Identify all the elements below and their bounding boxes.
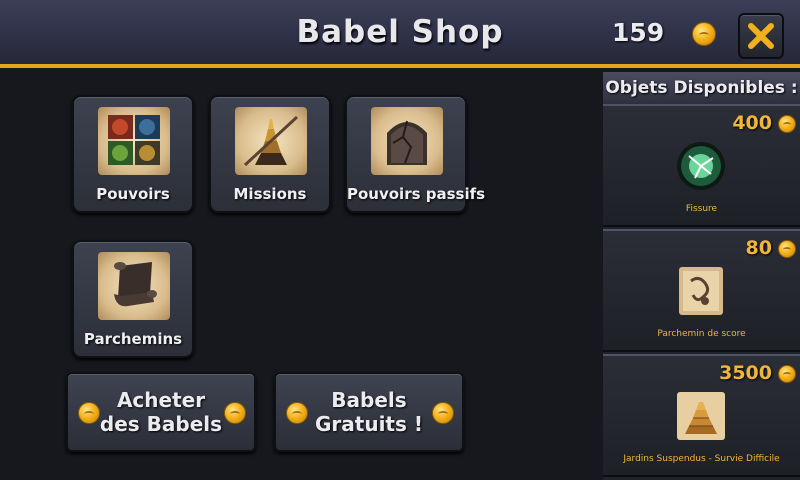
panel-title: Objets Disponibles : (603, 72, 800, 104)
close-x-icon (748, 23, 774, 49)
category-label: Pouvoirs passifs (347, 185, 486, 203)
category-powers-button[interactable]: Pouvoirs (72, 95, 194, 213)
buy-babels-button[interactable]: Acheter des Babels (66, 372, 256, 452)
hanging-gardens-icon (677, 392, 725, 440)
gold-coin-icon (778, 115, 796, 133)
scroll-icon (98, 252, 170, 320)
available-items-panel: Objets Disponibles : 400 Fissure 80 Parc… (603, 72, 800, 480)
powers-icon (98, 107, 170, 175)
item-name: Jardins Suspendus - Survie Difficile (623, 454, 780, 464)
gold-coin-icon (432, 402, 454, 424)
free-babels-button[interactable]: Babels Gratuits ! (274, 372, 464, 452)
missions-tower-icon (235, 107, 307, 175)
shop-item-hanging-gardens[interactable]: 3500 Jardins Suspendus - Survie Difficil… (603, 354, 800, 477)
category-label: Parchemins (83, 330, 183, 348)
fissure-orb-icon (677, 142, 725, 190)
shop-item-fissure[interactable]: 400 Fissure (603, 104, 800, 227)
buy-babels-label: Acheter des Babels (99, 388, 223, 436)
gold-coin-icon (224, 402, 246, 424)
score-scroll-icon (679, 267, 723, 315)
category-missions-button[interactable]: Missions (209, 95, 331, 213)
category-label: Pouvoirs (96, 185, 170, 203)
gold-coin-icon (78, 402, 100, 424)
shop-item-score-scroll[interactable]: 80 Parchemin de score (603, 229, 800, 352)
category-passive-powers-button[interactable]: Pouvoirs passifs (345, 95, 486, 213)
gold-coin-icon (692, 22, 716, 46)
page-title: Babel Shop (296, 14, 504, 50)
close-button[interactable] (738, 13, 784, 59)
gold-coin-icon (778, 240, 796, 258)
passive-powers-icon (371, 107, 443, 175)
coin-balance: 159 (612, 18, 665, 47)
item-price: 80 (745, 237, 772, 259)
gold-coin-icon (286, 402, 308, 424)
gold-coin-icon (778, 365, 796, 383)
category-label: Missions (233, 185, 307, 203)
item-name: Fissure (685, 204, 718, 214)
top-bar: Babel Shop 159 (0, 0, 800, 68)
item-name: Parchemin de score (657, 329, 746, 339)
category-scrolls-button[interactable]: Parchemins (72, 240, 194, 358)
free-babels-label: Babels Gratuits ! (315, 388, 423, 436)
item-price: 3500 (719, 362, 772, 384)
item-price: 400 (732, 112, 772, 134)
